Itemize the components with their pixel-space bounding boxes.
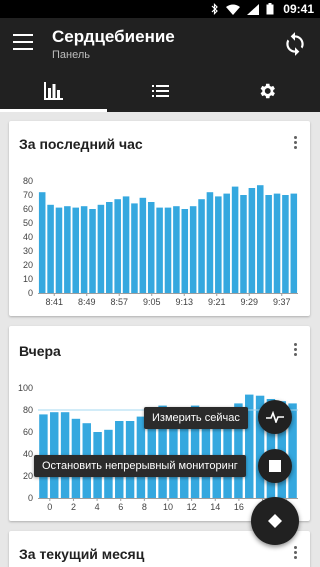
card-title: За текущий месяц bbox=[19, 546, 145, 562]
x-tick-label: 9:13 bbox=[175, 297, 193, 307]
bar bbox=[290, 193, 298, 293]
bar bbox=[282, 195, 289, 293]
app-bar: Сердцебиение Панель bbox=[0, 18, 320, 70]
bar-chart-icon bbox=[44, 82, 64, 100]
y-tick-label: 70 bbox=[23, 190, 33, 200]
settings-icon bbox=[260, 83, 275, 99]
battery-icon bbox=[266, 3, 274, 15]
bar bbox=[231, 186, 239, 293]
y-tick-label: 40 bbox=[23, 449, 33, 459]
y-tick-label: 10 bbox=[23, 274, 33, 284]
y-tick-label: 0 bbox=[28, 288, 33, 298]
bar bbox=[240, 195, 247, 293]
x-tick-label: 9:21 bbox=[208, 297, 226, 307]
signal-icon bbox=[247, 3, 259, 15]
bar bbox=[206, 192, 214, 293]
app-title: Сердцебиение bbox=[52, 27, 175, 46]
x-tick-label: 8:41 bbox=[45, 297, 63, 307]
y-tick-label: 20 bbox=[23, 471, 33, 481]
bar bbox=[147, 202, 155, 293]
x-tick-label: 12 bbox=[187, 502, 197, 512]
chart-last-hour: 0 10 20 30 40 50 60 70 80 8:41 8:49 8:57 9:05 9:13 9:2… bbox=[23, 176, 298, 307]
bar bbox=[55, 207, 63, 293]
x-tick-label: 2 bbox=[71, 502, 76, 512]
bar bbox=[114, 199, 121, 293]
app-subtitle: Панель bbox=[52, 49, 91, 61]
bar bbox=[72, 207, 80, 293]
bar bbox=[198, 199, 205, 293]
bar bbox=[97, 204, 105, 293]
bar bbox=[215, 196, 222, 293]
x-tick-label: 0 bbox=[47, 502, 52, 512]
x-tick-label: 14 bbox=[210, 502, 220, 512]
pulse-icon bbox=[266, 411, 284, 423]
tab-dashboard[interactable] bbox=[0, 70, 107, 112]
measure-now-button[interactable] bbox=[258, 400, 292, 434]
x-tick-label: 4 bbox=[95, 502, 100, 512]
y-tick-label: 20 bbox=[23, 260, 33, 270]
bluetooth-icon bbox=[211, 3, 218, 15]
bar bbox=[122, 196, 130, 293]
stop-icon bbox=[269, 460, 281, 472]
bar bbox=[248, 188, 256, 293]
y-tick-label: 50 bbox=[23, 218, 33, 228]
status-bar: 09:41 bbox=[0, 0, 320, 18]
bar bbox=[223, 193, 230, 293]
y-tick-label: 80 bbox=[23, 176, 33, 186]
x-tick-label: 8:57 bbox=[110, 297, 128, 307]
bar bbox=[80, 206, 88, 293]
y-tick-label: 100 bbox=[18, 383, 33, 393]
bar bbox=[181, 209, 189, 293]
x-tick-label: 9:37 bbox=[273, 297, 291, 307]
wifi-icon bbox=[226, 4, 240, 15]
bar bbox=[38, 192, 46, 293]
tab-settings[interactable] bbox=[213, 70, 320, 112]
bar bbox=[273, 193, 281, 293]
bar bbox=[189, 206, 197, 293]
diamond-icon bbox=[268, 514, 282, 528]
sync-icon[interactable] bbox=[282, 31, 308, 57]
x-tick-label: 8:49 bbox=[78, 297, 96, 307]
bar bbox=[164, 207, 172, 293]
x-tick-label: 8 bbox=[142, 502, 147, 512]
more-options-icon[interactable] bbox=[294, 546, 298, 561]
x-tick-label: 16 bbox=[234, 502, 244, 512]
measure-now-label[interactable]: Измерить сейчас bbox=[144, 407, 248, 429]
bar bbox=[173, 206, 180, 293]
x-tick-label: 9:29 bbox=[240, 297, 258, 307]
bar bbox=[106, 202, 113, 293]
y-tick-label: 60 bbox=[23, 427, 33, 437]
y-tick-label: 80 bbox=[23, 405, 33, 415]
y-tick-label: 30 bbox=[23, 246, 33, 256]
x-tick-label: 9:05 bbox=[143, 297, 161, 307]
main-fab-button[interactable] bbox=[251, 497, 299, 545]
tab-bar bbox=[0, 70, 320, 112]
y-tick-label: 40 bbox=[23, 232, 33, 242]
y-tick-label: 60 bbox=[23, 204, 33, 214]
list-icon bbox=[151, 85, 169, 97]
bar bbox=[156, 207, 163, 293]
stop-monitoring-button[interactable] bbox=[258, 449, 292, 483]
menu-icon[interactable] bbox=[13, 34, 33, 54]
bar bbox=[256, 185, 264, 293]
clock: 09:41 bbox=[283, 2, 314, 16]
bar bbox=[64, 206, 71, 293]
stop-monitoring-label[interactable]: Остановить непрерывный мониторинг bbox=[34, 455, 246, 477]
x-tick-label: 10 bbox=[163, 502, 173, 512]
bar bbox=[89, 209, 96, 293]
card-last-hour: За последний час 0 10 20 30 40 50 60 70 80 8:41 8:… bbox=[9, 121, 310, 316]
bar bbox=[47, 204, 54, 293]
y-tick-label: 0 bbox=[28, 493, 33, 503]
bar bbox=[139, 197, 147, 293]
x-tick-label: 6 bbox=[118, 502, 123, 512]
bar bbox=[131, 203, 138, 293]
tab-history[interactable] bbox=[107, 70, 214, 112]
bar bbox=[265, 195, 272, 293]
